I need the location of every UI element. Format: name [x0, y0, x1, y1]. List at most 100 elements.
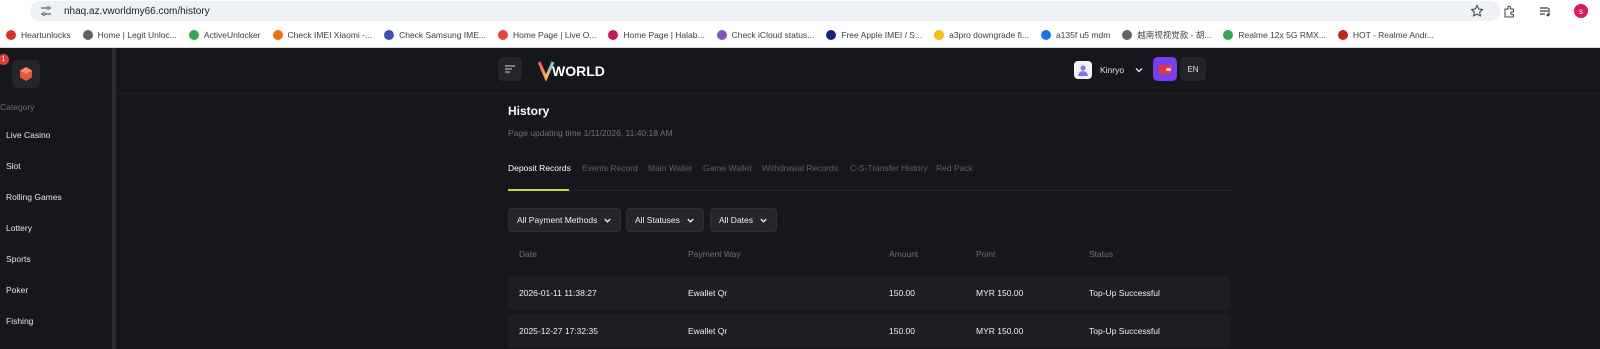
bookmark-item[interactable]: Check iCloud status... [711, 25, 821, 45]
profile-avatar[interactable]: s [1574, 4, 1588, 18]
row-date: 2025-12-27 17:32:35 [519, 326, 598, 336]
chevron-down-icon [604, 218, 612, 223]
payment-method-filter-label: All Payment Methods [517, 215, 598, 225]
bookmark-label: Realme 12x 5G RMX... [1238, 29, 1326, 40]
bookmark-item[interactable]: Home | Legit Unloc... [77, 25, 183, 45]
site-settings-icon[interactable] [38, 3, 54, 19]
tab-events-record[interactable]: Events Record [582, 163, 638, 173]
bookmark-favicon-icon [384, 29, 395, 40]
bookmark-favicon-icon [1337, 29, 1348, 40]
site-header: WORLD Kinryo EN [116, 48, 1600, 94]
wallet-icon [1159, 65, 1171, 74]
sidebar-item-rolling-games[interactable]: Rolling Games [6, 192, 62, 202]
sidebar-item-sports[interactable]: Sports [6, 254, 31, 264]
row-payment-way: Ewallet Qr [688, 288, 728, 298]
bookmark-item[interactable]: 越南视视觉款 - 胡... [1116, 25, 1217, 45]
bookmark-star-icon[interactable] [1470, 4, 1484, 18]
page-title: History [508, 104, 550, 118]
row-status: Top-Up Successful [1089, 288, 1160, 298]
bookmark-item[interactable]: Realme 12x 5G RMX... [1217, 25, 1331, 45]
bookmark-item[interactable]: Home Page | Halab... [602, 25, 710, 45]
bookmark-item[interactable]: ActiveUnlocker [183, 25, 267, 45]
sidebar-item-slot[interactable]: Slot [6, 161, 21, 171]
bookmark-item[interactable]: a3pro downgrade fi... [928, 25, 1035, 45]
bookmark-item[interactable]: a135f u5 mdm [1035, 25, 1116, 45]
sidebar-item-fishing[interactable]: Fishing [6, 316, 33, 326]
site-sidebar: 1 Category Live Casino Slot Rolling Game… [0, 48, 112, 349]
wallet-button[interactable] [1153, 57, 1177, 81]
language-button[interactable]: EN [1180, 57, 1206, 81]
sidebar-item-lottery[interactable]: Lottery [6, 223, 32, 233]
notification-badge: 1 [0, 54, 9, 65]
bookmark-item[interactable]: Free Apple IMEI / S... [820, 25, 928, 45]
chevron-down-icon [760, 218, 767, 223]
bookmark-item[interactable]: Home Page | Live O... [492, 25, 602, 45]
bookmark-favicon-icon [826, 29, 837, 40]
bookmark-favicon-icon [1040, 29, 1051, 40]
bookmark-label: 越南视视觉款 - 胡... [1137, 29, 1212, 40]
column-header-date: Date [519, 249, 537, 259]
sidebar-item-live-casino[interactable]: Live Casino [6, 130, 50, 140]
payment-method-filter[interactable]: All Payment Methods [508, 208, 622, 232]
tab-cs-transfer-history[interactable]: C-S-Transfer History [850, 163, 928, 173]
bookmark-favicon-icon [498, 29, 508, 40]
vworld-logo[interactable]: WORLD [537, 58, 614, 82]
svg-text:WORLD: WORLD [552, 63, 605, 79]
menu-toggle-button[interactable] [498, 57, 522, 81]
browser-address-bar: nhaq.az.vworldmy66.com/history s [0, 0, 1600, 22]
bookmarks-bar: Heartunlocks Home | Legit Unloc... ActiveU… [0, 22, 1600, 48]
tab-game-wallet[interactable]: Game Wallet [703, 163, 752, 173]
menu-icon [505, 65, 515, 73]
extensions-icon[interactable] [1502, 4, 1516, 18]
bookmark-label: Home | Legit Unloc... [97, 29, 177, 40]
table-row: 2026-01-11 11:38:27 Ewallet Qr 150.00 MY… [508, 276, 1231, 310]
bookmark-item[interactable]: HOT - Realme Andr... [1332, 25, 1440, 45]
bookmark-label: Home Page | Halab... [623, 29, 705, 40]
row-status: Top-Up Successful [1089, 326, 1160, 336]
date-filter-label: All Dates [719, 215, 754, 225]
column-header-payment-way: Payment Way [688, 249, 741, 259]
bookmark-label: ActiveUnlocker [203, 29, 261, 40]
bookmark-favicon-icon [934, 29, 945, 40]
omnibox[interactable]: nhaq.az.vworldmy66.com/history [30, 1, 1500, 21]
media-control-icon[interactable] [1538, 4, 1552, 18]
bookmark-label: Check Samsung IME... [399, 29, 486, 40]
bookmark-label: Heartunlocks [21, 29, 71, 40]
bookmark-favicon-icon [1223, 29, 1234, 40]
column-header-point: Point [976, 249, 996, 259]
bookmark-item[interactable]: Check Samsung IME... [378, 25, 492, 45]
tab-withdrawal-records[interactable]: Withdrawal Records [762, 163, 838, 173]
chevron-down-icon [687, 218, 694, 223]
active-tab-indicator [508, 189, 569, 191]
bookmark-favicon-icon [6, 29, 16, 40]
date-filter[interactable]: All Dates [710, 208, 778, 232]
browser-actions: s [1502, 0, 1600, 22]
username: Kinryo [1100, 65, 1125, 75]
bookmark-favicon-icon [272, 29, 283, 40]
bookmark-item[interactable]: Check IMEI Xiaomi -... [267, 25, 379, 45]
bookmark-favicon-icon [82, 29, 93, 40]
tab-deposit-records[interactable]: Deposit Records [508, 163, 571, 173]
bookmark-label: Home Page | Live O... [513, 29, 597, 40]
tab-red-pack[interactable]: Red Pack [936, 163, 973, 173]
site-logo-tile[interactable] [12, 60, 40, 88]
bookmark-item[interactable]: Heartunlocks [0, 25, 77, 45]
bookmark-favicon-icon [608, 29, 619, 40]
sidebar-item-poker[interactable]: Poker [6, 285, 28, 295]
row-amount: 150.00 [889, 326, 915, 336]
row-point: MYR 150.00 [976, 288, 1024, 298]
tab-main-wallet[interactable]: Main Wallet [648, 163, 692, 173]
url-text[interactable]: nhaq.az.vworldmy66.com/history [64, 6, 210, 17]
bookmark-label: Free Apple IMEI / S... [841, 29, 923, 40]
row-date: 2026-01-11 11:38:27 [519, 288, 597, 298]
bookmark-label: Check iCloud status... [731, 29, 815, 40]
history-tabs: Deposit Records Events Record Main Walle… [508, 158, 1231, 191]
status-filter[interactable]: All Statuses [626, 208, 704, 232]
bookmark-favicon-icon [188, 29, 199, 40]
bookmark-label: HOT - Realme Andr... [1352, 29, 1434, 40]
bookmark-favicon-icon [1122, 29, 1133, 40]
user-menu[interactable]: Kinryo [1074, 60, 1144, 80]
page-updating-time: Page updating time 1/11/2026, 11:40:18 A… [508, 128, 673, 138]
user-avatar [1074, 61, 1092, 79]
row-point: MYR 150.00 [976, 326, 1024, 336]
